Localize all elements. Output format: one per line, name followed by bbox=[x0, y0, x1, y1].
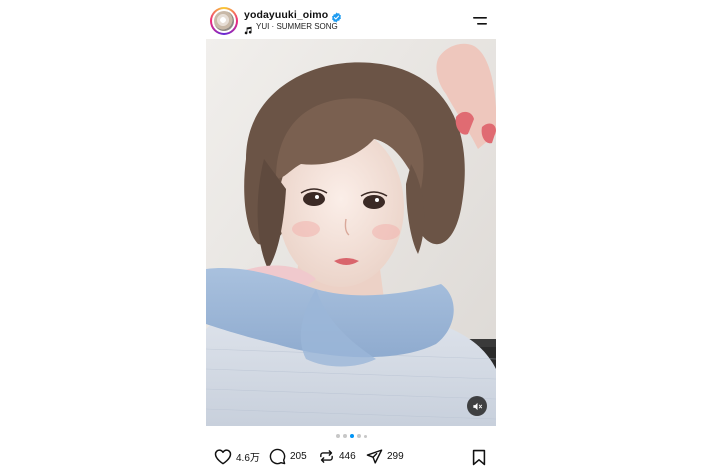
menu-icon[interactable] bbox=[472, 14, 488, 26]
music-row[interactable]: YUI · SUMMER SONG bbox=[244, 22, 338, 35]
heart-icon bbox=[214, 449, 232, 465]
carousel-dot bbox=[335, 434, 340, 438]
comment-count: 205 bbox=[290, 451, 307, 462]
carousel-dot bbox=[356, 434, 361, 438]
share-icon bbox=[366, 449, 383, 464]
like-count: 4.6万 bbox=[236, 453, 260, 464]
carousel-dots bbox=[206, 434, 496, 438]
username[interactable]: yodayuuki_oimo bbox=[244, 9, 328, 21]
username-row: yodayuuki_oimo bbox=[244, 9, 342, 23]
carousel-dot bbox=[342, 434, 347, 438]
comment-icon bbox=[269, 448, 286, 465]
action-bar: 4.6万 205 446 299 bbox=[206, 448, 496, 468]
bookmark-icon bbox=[472, 449, 486, 466]
avatar-image bbox=[214, 11, 234, 31]
verified-badge-icon bbox=[331, 10, 342, 23]
post-header: yodayuuki_oimo YUI · SUMMER SONG bbox=[206, 4, 496, 36]
save-button[interactable] bbox=[472, 449, 486, 468]
carousel-dot bbox=[363, 434, 367, 438]
avatar[interactable] bbox=[210, 7, 238, 35]
music-note-icon bbox=[244, 22, 253, 35]
repost-icon bbox=[320, 450, 333, 463]
music-track: YUI · SUMMER SONG bbox=[256, 22, 338, 31]
like-button[interactable]: 4.6万 bbox=[214, 448, 260, 465]
mute-icon bbox=[472, 402, 482, 410]
mute-button[interactable] bbox=[467, 396, 487, 416]
post: yodayuuki_oimo YUI · SUMMER SONG 4.6万 20… bbox=[206, 0, 496, 468]
post-media[interactable] bbox=[206, 39, 496, 426]
share-count: 299 bbox=[387, 451, 404, 462]
comment-button[interactable]: 205 bbox=[269, 448, 307, 465]
repost-count: 446 bbox=[339, 451, 356, 462]
avatar-ring bbox=[212, 9, 236, 33]
carousel-dot-active bbox=[349, 434, 354, 438]
repost-button[interactable]: 446 bbox=[318, 448, 356, 465]
share-button[interactable]: 299 bbox=[366, 448, 404, 465]
selfie-photo bbox=[206, 39, 496, 426]
